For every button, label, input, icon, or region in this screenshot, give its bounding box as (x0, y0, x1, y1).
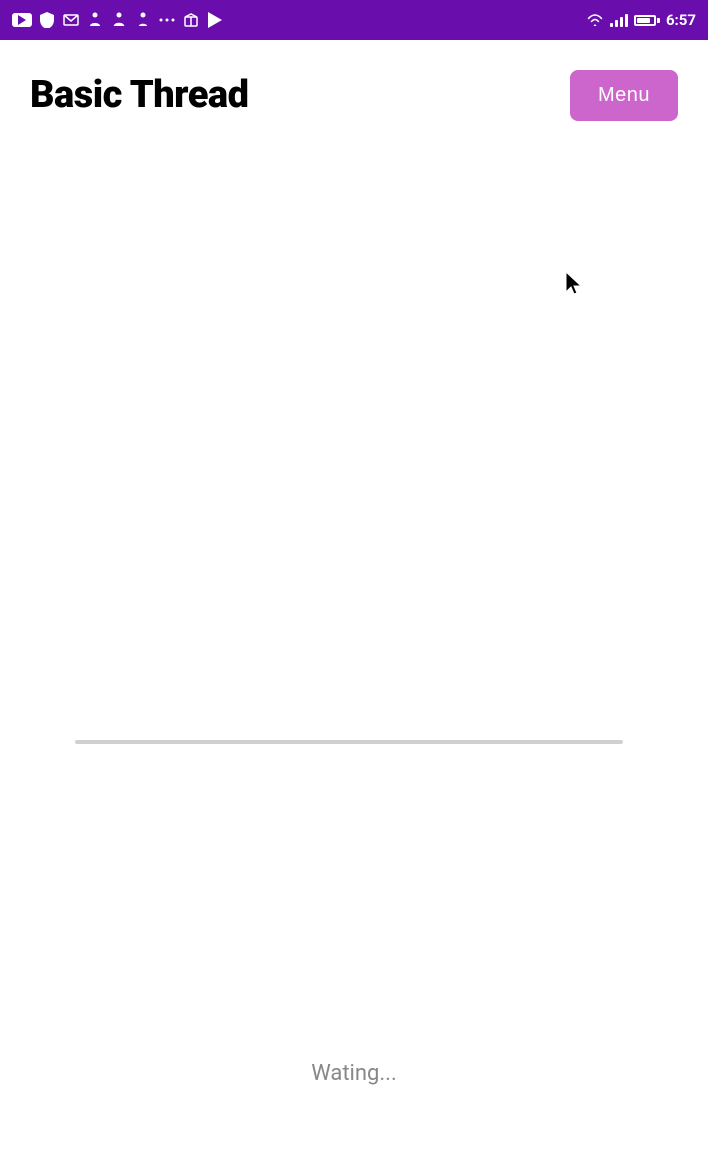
wifi-icon (586, 11, 604, 29)
figure1-icon (86, 11, 104, 29)
status-bar-left-icons (12, 11, 224, 29)
main-content: Wating... (0, 150, 708, 1176)
mouse-cursor (564, 270, 588, 298)
divider-line (75, 740, 623, 744)
status-bar: 6:57 (0, 0, 708, 40)
signal-icon (610, 13, 628, 27)
waiting-text: Wating... (311, 1061, 397, 1086)
figure3-icon (134, 11, 152, 29)
youtube-icon (12, 13, 32, 27)
battery-icon (634, 15, 660, 26)
app-header: Basic Thread Menu (0, 40, 708, 150)
package-icon (182, 11, 200, 29)
figure2-icon (110, 11, 128, 29)
play-icon (206, 11, 224, 29)
page-title: Basic Thread (30, 73, 249, 117)
mail-icon (62, 11, 80, 29)
menu-button[interactable]: Menu (570, 70, 678, 121)
status-bar-right-icons: 6:57 (586, 11, 696, 29)
dots-icon (158, 11, 176, 29)
status-time: 6:57 (666, 11, 696, 29)
shield-icon (38, 11, 56, 29)
